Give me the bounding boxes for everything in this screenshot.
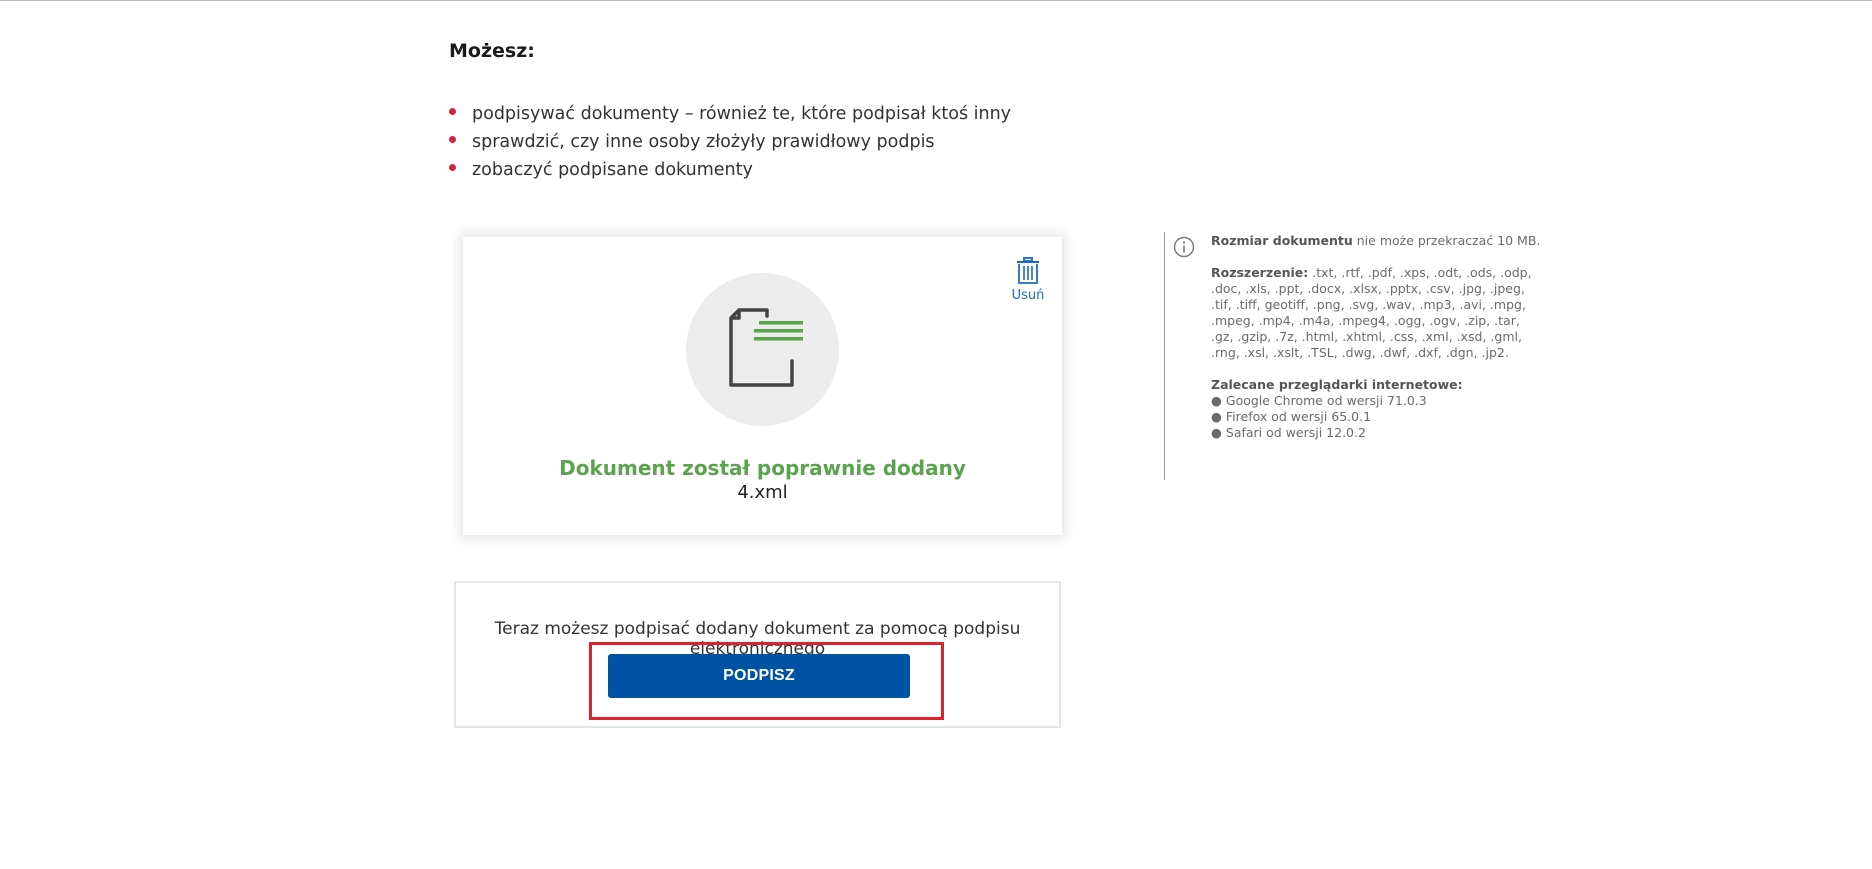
browsers-label: Zalecane przeglądarki internetowe: — [1211, 377, 1463, 392]
browsers-list: ● Google Chrome od wersji 71.0.3 ● Firef… — [1211, 393, 1541, 441]
trash-icon — [1017, 257, 1039, 284]
upload-success-message: Dokument został poprawnie dodany — [559, 456, 966, 480]
size-text: nie może przekraczać 10 MB. — [1352, 233, 1541, 248]
list-item: podpisywać dokumenty – również te, które… — [449, 100, 1011, 128]
delete-button[interactable]: Usuń — [1006, 257, 1050, 303]
delete-label[interactable]: Usuń — [1006, 288, 1050, 303]
extensions-label: Rozszerzenie: — [1211, 265, 1309, 280]
document-icon — [729, 308, 803, 387]
list-item-text: sprawdzić, czy inne osoby złożyły prawid… — [472, 132, 935, 152]
size-limit: Rozmiar dokumentu nie może przekraczać 1… — [1211, 233, 1541, 249]
top-divider — [0, 0, 1872, 1]
requirements-text: Rozmiar dokumentu nie może przekraczać 1… — [1211, 233, 1541, 441]
browser-item: ● Firefox od wersji 65.0.1 — [1211, 409, 1372, 424]
list-item-text: podpisywać dokumenty – również te, które… — [472, 104, 1012, 124]
intro-heading: Możesz: — [449, 40, 535, 62]
list-item: zobaczyć podpisane dokumenty — [449, 156, 1011, 184]
info-icon — [1173, 236, 1195, 258]
document-icon-circle — [686, 273, 839, 426]
bullet-dot — [449, 164, 456, 171]
browser-item: ● Safari od wersji 12.0.2 — [1211, 425, 1366, 440]
bullet-dot — [449, 136, 456, 143]
extensions-info: Rozszerzenie: .txt, .rtf, .pdf, .xps, .o… — [1211, 265, 1541, 361]
bullet-dot — [449, 108, 456, 115]
capabilities-list: podpisywać dokumenty – również te, które… — [449, 100, 1011, 184]
list-item: sprawdzić, czy inne osoby złożyły prawid… — [449, 128, 1011, 156]
upload-requirements-panel: Rozmiar dokumentu nie może przekraczać 1… — [1164, 232, 1545, 480]
browsers-heading: Zalecane przeglądarki internetowe: — [1211, 377, 1541, 393]
list-item-text: zobaczyć podpisane dokumenty — [472, 160, 753, 180]
browser-item: ● Google Chrome od wersji 71.0.3 — [1211, 393, 1427, 408]
sign-button[interactable]: PODPISZ — [608, 654, 910, 698]
uploaded-document-card: Usuń Dokument został poprawnie dodany 4.… — [463, 237, 1062, 535]
file-name: 4.xml — [737, 482, 788, 503]
size-label: Rozmiar dokumentu — [1211, 233, 1353, 248]
